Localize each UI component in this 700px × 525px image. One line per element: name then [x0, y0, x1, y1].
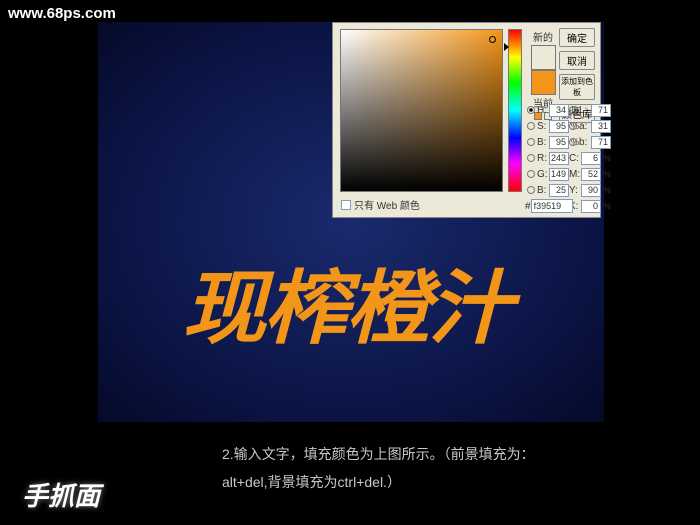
h-input[interactable]: 34 — [549, 104, 569, 117]
radio-b[interactable] — [527, 138, 535, 146]
c-input[interactable]: 6 — [581, 152, 601, 165]
radio-bl[interactable] — [527, 186, 535, 194]
l-input[interactable]: 71 — [591, 104, 611, 117]
site-watermark: www.68ps.com — [8, 5, 116, 22]
m-input[interactable]: 52 — [581, 168, 601, 181]
a-input[interactable]: 31 — [591, 120, 611, 133]
k-input[interactable]: 0 — [581, 200, 601, 213]
cancel-button[interactable]: 取消 — [559, 51, 595, 70]
brand-logo: 手抓面 — [22, 476, 100, 513]
swatch-new — [531, 45, 556, 70]
bl-input[interactable]: 25 — [549, 184, 569, 197]
ok-button[interactable]: 确定 — [559, 28, 595, 47]
y-input[interactable]: 90 — [581, 184, 601, 197]
tutorial-caption: 2.输入文字，填充颜色为上图所示。（前景填充为： alt+del,背景填充为ct… — [222, 440, 535, 496]
caption-line1: 2.输入文字，填充颜色为上图所示。（前景填充为： — [222, 440, 535, 468]
color-picker-dialog: 新的 当前 确定 取消 添加到色板 颜色库 H:34度 S:95% B:95% … — [332, 22, 601, 218]
web-only-label: 只有 Web 颜色 — [354, 197, 420, 212]
caption-line2: alt+del,背景填充为ctrl+del.） — [222, 468, 535, 496]
color-cursor — [489, 36, 496, 43]
s-input[interactable]: 95 — [549, 120, 569, 133]
hue-slider[interactable] — [508, 29, 522, 192]
radio-h[interactable] — [527, 106, 535, 114]
new-label: 新的 — [528, 29, 558, 44]
radio-a[interactable] — [569, 122, 577, 130]
radio-l[interactable] — [569, 106, 577, 114]
g-input[interactable]: 149 — [549, 168, 569, 181]
r-input[interactable]: 243 — [549, 152, 569, 165]
color-field[interactable] — [340, 29, 503, 192]
text-layer: 现榨橙汁 — [182, 244, 510, 360]
lab-cmyk-values: L:71 a:31 b:71 C:6% M:52% Y:90% K:0% — [569, 103, 611, 215]
hue-pointer — [504, 43, 509, 51]
hex-row: # f39519 — [525, 199, 573, 213]
hex-input[interactable]: f39519 — [531, 199, 573, 213]
radio-s[interactable] — [527, 122, 535, 130]
radio-g[interactable] — [527, 170, 535, 178]
swatch-current — [531, 70, 556, 95]
radio-r[interactable] — [527, 154, 535, 162]
add-swatch-button[interactable]: 添加到色板 — [559, 74, 595, 100]
photoshop-canvas: 现榨橙汁 新的 当前 确定 取消 添加到色板 颜色库 H:34度 S:95% B… — [98, 22, 604, 422]
web-only-checkbox[interactable] — [341, 200, 351, 210]
lb-input[interactable]: 71 — [591, 136, 611, 149]
web-only-row: 只有 Web 颜色 — [341, 197, 420, 212]
radio-lb[interactable] — [569, 138, 577, 146]
b-input[interactable]: 95 — [549, 136, 569, 149]
